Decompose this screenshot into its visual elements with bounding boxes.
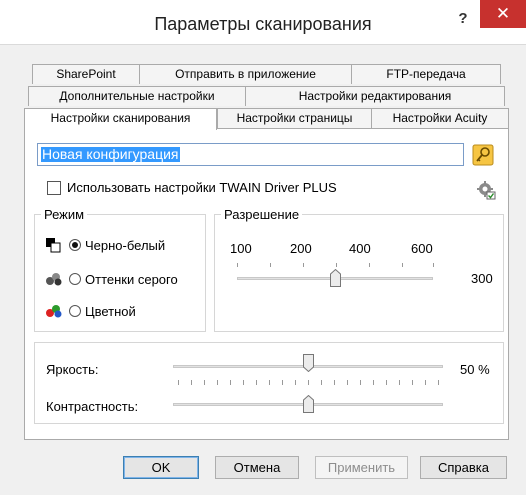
brightness-tick xyxy=(438,380,439,385)
brightness-tick xyxy=(256,380,257,385)
color-icon xyxy=(45,303,63,319)
resolution-tick-label: 400 xyxy=(349,241,371,256)
brightness-tick xyxy=(412,380,413,385)
brightness-tick xyxy=(217,380,218,385)
brightness-value: 50 % xyxy=(460,362,490,377)
mode-group-label: Режим xyxy=(41,207,88,222)
mode-option-bw[interactable]: Черно-белый xyxy=(45,237,165,253)
resolution-value: 300 xyxy=(471,271,493,286)
brightness-tick xyxy=(425,380,426,385)
window-title: Параметры сканирования xyxy=(154,14,372,34)
brightness-tick xyxy=(243,380,244,385)
twain-checkbox[interactable] xyxy=(47,180,61,195)
tab-row-1: SharePoint Отправить в приложение FTP-пе… xyxy=(24,64,509,84)
mode-option-gray[interactable]: Оттенки серого xyxy=(45,271,178,287)
resolution-tick-label: 100 xyxy=(230,241,252,256)
brightness-tick xyxy=(360,380,361,385)
brightness-tick xyxy=(386,380,387,385)
tab-acuity-settings[interactable]: Настройки Acuity xyxy=(371,108,509,128)
title-bar: Параметры сканирования ? ✕ xyxy=(0,0,526,45)
grayscale-icon xyxy=(45,271,63,287)
brightness-tick xyxy=(230,380,231,385)
resolution-slider-thumb[interactable] xyxy=(330,269,341,287)
tab-editing[interactable]: Настройки редактирования xyxy=(245,86,505,106)
tab-advanced[interactable]: Дополнительные настройки xyxy=(28,86,246,106)
brightness-tick xyxy=(282,380,283,385)
tab-row-2: Дополнительные настройки Настройки редак… xyxy=(24,86,509,106)
close-button[interactable]: ✕ xyxy=(480,0,526,28)
tab-ftp[interactable]: FTP-передача xyxy=(351,64,501,84)
bw-radio[interactable] xyxy=(69,239,81,251)
resolution-group-label: Разрешение xyxy=(221,207,303,222)
twain-label: Использовать настройки TWAIN Driver PLUS xyxy=(67,180,337,195)
gray-radio[interactable] xyxy=(69,273,81,285)
brightness-tick xyxy=(269,380,270,385)
help-button[interactable]: Справка xyxy=(420,456,507,479)
twain-option[interactable]: Использовать настройки TWAIN Driver PLUS xyxy=(47,180,337,195)
resolution-group: Разрешение 100 200 400 600 300 xyxy=(214,207,504,332)
color-label: Цветной xyxy=(85,303,136,319)
brightness-tick xyxy=(347,380,348,385)
mode-group: Режим Черно-белый Оттенки серого Цветной xyxy=(34,207,206,332)
brightness-tick xyxy=(321,380,322,385)
color-radio[interactable] xyxy=(69,305,81,317)
brightness-tick xyxy=(399,380,400,385)
help-title-button[interactable]: ? xyxy=(452,8,474,30)
brightness-tick xyxy=(191,380,192,385)
brightness-slider-thumb[interactable] xyxy=(303,354,314,372)
contrast-slider-thumb[interactable] xyxy=(303,395,314,413)
scan-settings-dialog: Параметры сканирования ? ✕ SharePoint От… xyxy=(0,0,526,495)
brightness-tick xyxy=(204,380,205,385)
brightness-ticks xyxy=(178,380,439,386)
brightness-tick xyxy=(308,380,309,385)
tab-scan-settings[interactable]: Настройки сканирования xyxy=(24,108,217,130)
ok-button[interactable]: OK xyxy=(123,456,199,479)
brightness-tick xyxy=(373,380,374,385)
resolution-tick-label: 600 xyxy=(411,241,433,256)
resolution-tick-label: 200 xyxy=(290,241,312,256)
contrast-label: Контрастность: xyxy=(46,399,139,414)
tab-send-to-app[interactable]: Отправить в приложение xyxy=(139,64,352,84)
configuration-name-input[interactable]: Новая конфигурация xyxy=(37,143,464,166)
brightness-tick xyxy=(334,380,335,385)
mode-option-color[interactable]: Цветной xyxy=(45,303,136,319)
scanner-gear-icon[interactable] xyxy=(476,180,496,200)
brightness-tick xyxy=(178,380,179,385)
apply-button[interactable]: Применить xyxy=(315,456,408,479)
tab-row-3: Настройки сканирования Настройки страниц… xyxy=(24,108,509,130)
gray-label: Оттенки серого xyxy=(85,271,178,287)
black-white-icon xyxy=(45,237,63,253)
tab-sharepoint[interactable]: SharePoint xyxy=(32,64,140,84)
tab-page-settings[interactable]: Настройки страницы xyxy=(217,108,372,128)
key-icon[interactable] xyxy=(472,144,494,166)
bw-label: Черно-белый xyxy=(85,237,166,253)
configuration-name-text: Новая конфигурация xyxy=(41,146,180,162)
brightness-tick xyxy=(295,380,296,385)
cancel-button[interactable]: Отмена xyxy=(215,456,299,479)
brightness-label: Яркость: xyxy=(46,362,99,377)
